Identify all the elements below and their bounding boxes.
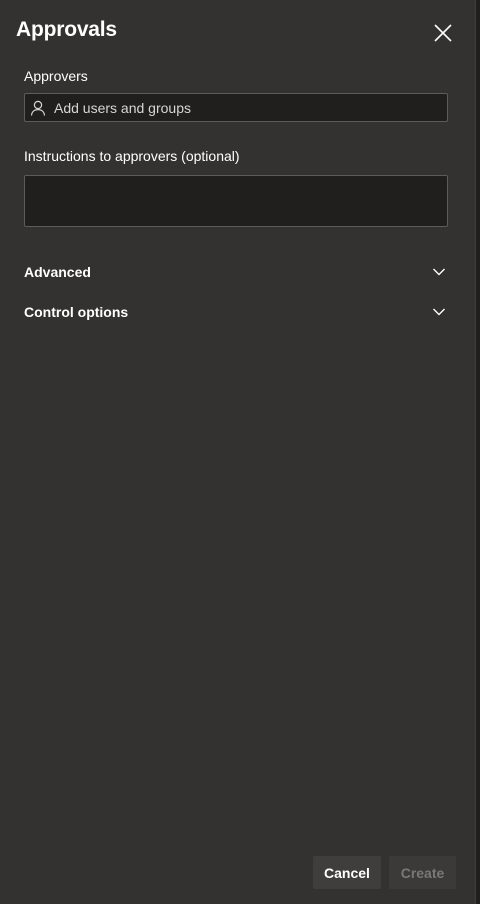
person-icon [30, 100, 46, 116]
advanced-section-title: Advanced [24, 264, 91, 280]
panel-title: Approvals [16, 18, 117, 41]
approvals-panel: Approvals Approvers Add users and groups… [0, 0, 476, 904]
control-options-section-title: Control options [24, 304, 129, 320]
close-button[interactable] [430, 20, 456, 46]
cancel-button[interactable]: Cancel [313, 856, 381, 889]
close-icon [434, 24, 452, 42]
instructions-textarea[interactable] [24, 175, 448, 227]
control-options-section-toggle[interactable]: Control options [24, 300, 452, 324]
chevron-down-icon [433, 308, 445, 316]
advanced-section-toggle[interactable]: Advanced [24, 260, 452, 284]
instructions-label: Instructions to approvers (optional) [24, 148, 240, 164]
approvers-input[interactable]: Add users and groups [24, 93, 448, 122]
create-button[interactable]: Create [389, 856, 456, 889]
chevron-down-icon [433, 268, 445, 276]
approvers-placeholder: Add users and groups [54, 99, 191, 116]
approvers-label: Approvers [24, 68, 88, 84]
